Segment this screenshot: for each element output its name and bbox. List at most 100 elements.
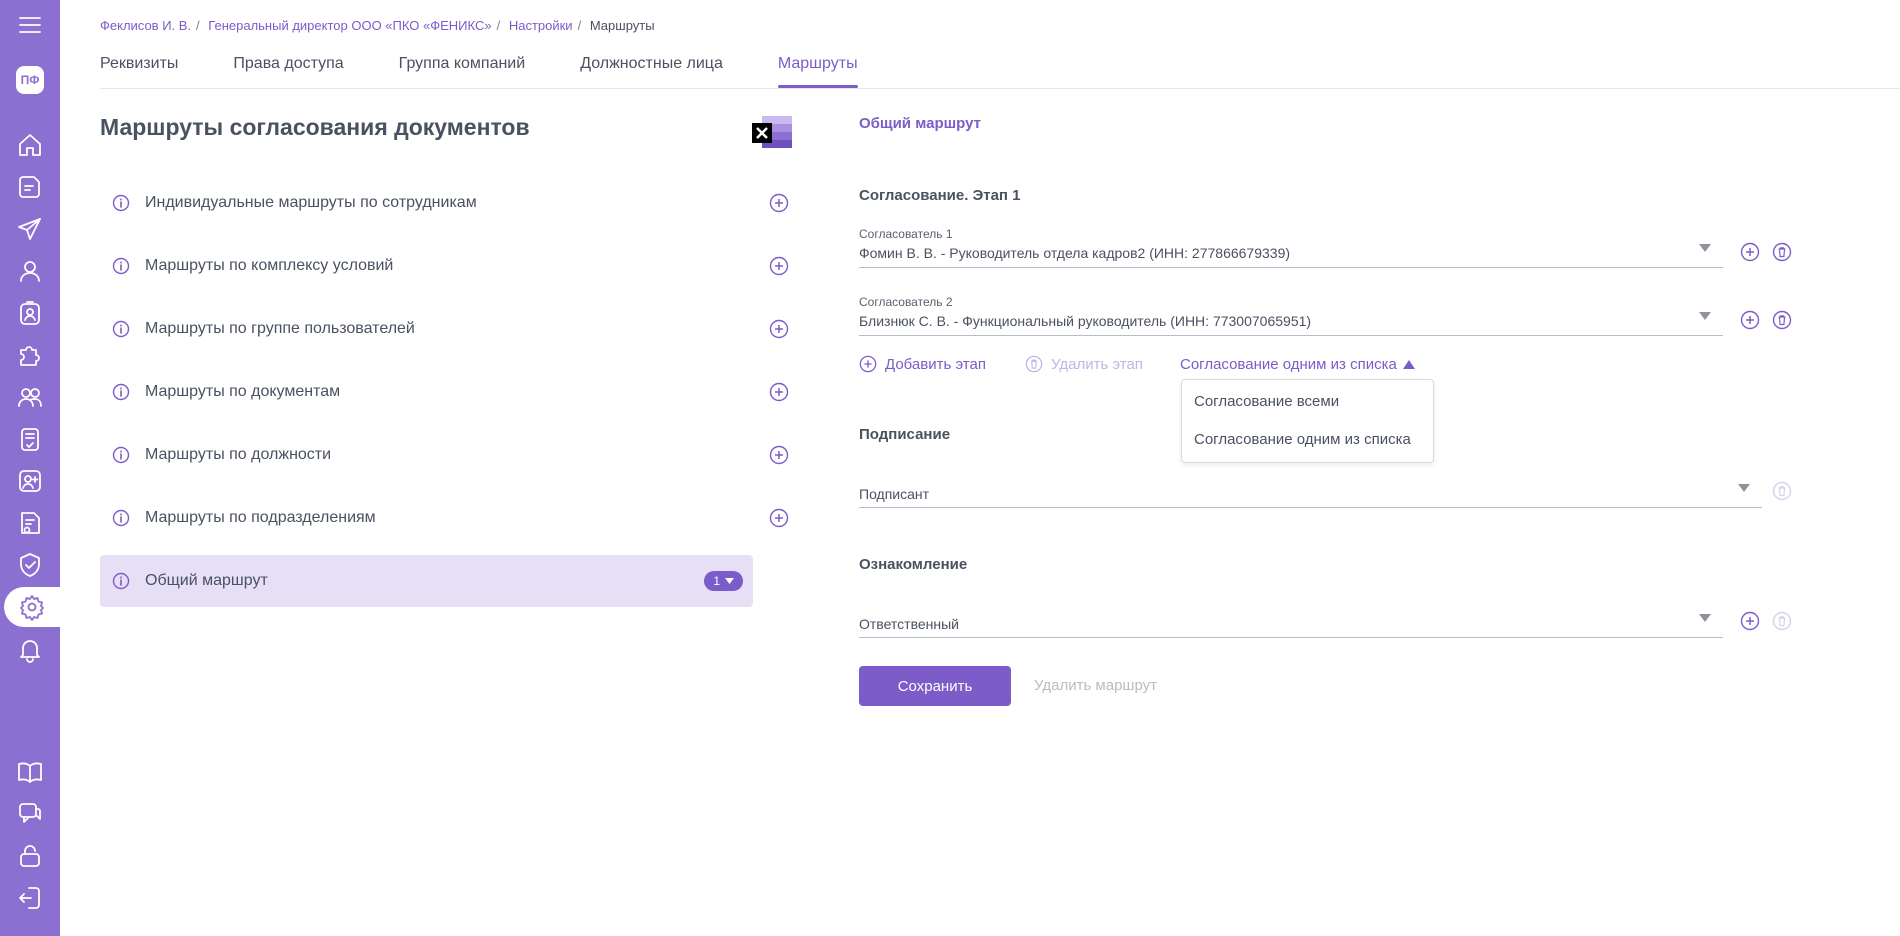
responsible-select[interactable]: Ответственный: [859, 608, 1723, 638]
logout-icon[interactable]: [0, 878, 60, 918]
add-circle-icon[interactable]: [769, 445, 789, 465]
info-icon[interactable]: [112, 320, 130, 338]
info-icon[interactable]: [112, 383, 130, 401]
breadcrumb-item[interactable]: Настройки: [509, 18, 573, 33]
route-row-departments[interactable]: Маршруты по подразделениям: [100, 492, 789, 544]
shield-check-icon[interactable]: [0, 545, 60, 585]
acquaint-title: Ознакомление: [859, 556, 968, 573]
field-value: Близнюк С. В. - Функциональный руководит…: [859, 313, 1312, 329]
route-label: Маршруты по группе пользователей: [145, 320, 415, 337]
trash-icon: [1025, 355, 1043, 373]
badge-icon[interactable]: [0, 293, 60, 333]
tab-officials[interactable]: Должностные лица: [580, 55, 723, 88]
approval-mode-select[interactable]: Согласование одним из списка: [1180, 356, 1415, 373]
add-circle-icon[interactable]: [769, 256, 789, 276]
chevron-down-icon[interactable]: [1699, 312, 1711, 320]
users-icon[interactable]: [0, 377, 60, 417]
dropdown-option-one[interactable]: Согласование одним из списка: [1194, 431, 1411, 448]
add-circle-icon: [859, 355, 877, 373]
user-icon[interactable]: [0, 251, 60, 291]
route-label: Маршруты по документам: [145, 383, 341, 400]
breadcrumb-current: Маршруты: [589, 18, 655, 33]
route-row-user-group[interactable]: Маршруты по группе пользователей: [100, 303, 789, 355]
info-icon[interactable]: [112, 257, 130, 275]
approval-mode-dropdown: Согласование всеми Согласование одним из…: [1181, 379, 1434, 463]
add-circle-icon[interactable]: [1740, 310, 1760, 330]
route-row-conditions[interactable]: Маршруты по комплексу условий: [100, 240, 789, 292]
chevron-up-icon: [1402, 360, 1415, 369]
badge-count: 1: [713, 574, 720, 588]
field-label: Согласователь 2: [859, 295, 953, 309]
chevron-down-icon[interactable]: [1738, 484, 1750, 492]
signer-select[interactable]: Подписант: [859, 478, 1762, 508]
trash-icon[interactable]: [1772, 310, 1792, 330]
info-icon[interactable]: [112, 509, 130, 527]
puzzle-icon[interactable]: [0, 335, 60, 375]
bell-icon[interactable]: [0, 629, 60, 669]
approver-2-select[interactable]: Согласователь 2 Близнюк С. В. - Функцион…: [859, 294, 1723, 336]
breadcrumb-item[interactable]: Генеральный директор ООО «ПКО «ФЕНИКС»: [208, 18, 491, 33]
home-icon[interactable]: [0, 125, 60, 165]
add-circle-icon[interactable]: [1740, 242, 1760, 262]
tab-company-group[interactable]: Группа компаний: [399, 55, 526, 88]
responsible-placeholder: Ответственный: [859, 616, 959, 632]
delete-route-button[interactable]: Удалить маршрут: [1034, 677, 1157, 694]
route-label: Общий маршрут: [145, 572, 268, 589]
field-value: Фомин В. В. - Руководитель отдела кадров…: [859, 245, 1291, 261]
tab-access-rights[interactable]: Права доступа: [233, 55, 343, 88]
add-stage-button[interactable]: Добавить этап: [859, 355, 986, 373]
route-row-position[interactable]: Маршруты по должности: [100, 429, 789, 481]
info-icon[interactable]: [112, 194, 130, 212]
excel-export-icon[interactable]: [752, 116, 792, 154]
notebook-icon[interactable]: [0, 419, 60, 459]
field-label: Согласователь 1: [859, 227, 953, 241]
route-count-badge[interactable]: 1: [704, 571, 743, 591]
tab-bar: Реквизиты Права доступа Группа компаний …: [100, 55, 858, 88]
certificate-icon[interactable]: [0, 503, 60, 543]
route-row-documents[interactable]: Маршруты по документам: [100, 366, 789, 418]
add-stage-label: Добавить этап: [885, 355, 986, 373]
trash-icon[interactable]: [1772, 481, 1792, 501]
route-title: Общий маршрут: [859, 115, 981, 132]
user-plus-icon[interactable]: [0, 461, 60, 501]
breadcrumb-item[interactable]: Феклисов И. В.: [100, 18, 191, 33]
tab-routes[interactable]: Маршруты: [777, 55, 858, 88]
lock-icon[interactable]: [0, 836, 60, 876]
dropdown-option-all[interactable]: Согласование всеми: [1194, 393, 1339, 410]
add-circle-icon[interactable]: [769, 319, 789, 339]
page-title: Маршруты согласования документов: [100, 114, 530, 140]
document-icon[interactable]: [0, 167, 60, 207]
route-label: Маршруты по комплексу условий: [145, 257, 394, 274]
route-row-individual[interactable]: Индивидуальные маршруты по сотрудникам: [100, 177, 789, 229]
send-icon[interactable]: [0, 209, 60, 249]
breadcrumb: Феклисов И. В. / Генеральный директор ООО…: [100, 18, 655, 33]
delete-stage-label: Удалить этап: [1051, 355, 1143, 373]
route-label: Маршруты по должности: [145, 446, 332, 463]
trash-icon[interactable]: [1772, 611, 1792, 631]
delete-stage-button[interactable]: Удалить этап: [1025, 355, 1143, 373]
info-icon[interactable]: [112, 572, 130, 590]
save-button[interactable]: Сохранить: [859, 666, 1011, 706]
avatar[interactable]: ПФ: [16, 66, 44, 94]
chevron-down-icon[interactable]: [1699, 614, 1711, 622]
menu-icon[interactable]: [0, 5, 60, 45]
chevron-down-icon[interactable]: [1699, 244, 1711, 252]
info-icon[interactable]: [112, 446, 130, 464]
chevron-down-icon: [725, 578, 734, 584]
sidebar: ПФ: [0, 0, 60, 936]
signing-title: Подписание: [859, 426, 951, 443]
tab-requisites[interactable]: Реквизиты: [100, 55, 178, 88]
gear-icon[interactable]: [4, 587, 60, 627]
chat-icon[interactable]: [0, 794, 60, 834]
approver-1-select[interactable]: Согласователь 1 Фомин В. В. - Руководите…: [859, 226, 1723, 268]
add-circle-icon[interactable]: [769, 382, 789, 402]
signer-placeholder: Подписант: [859, 486, 930, 502]
add-circle-icon[interactable]: [1740, 611, 1760, 631]
trash-icon[interactable]: [1772, 242, 1792, 262]
tabs-divider: [100, 88, 1900, 89]
route-row-general[interactable]: Общий маршрут 1: [100, 555, 753, 607]
add-circle-icon[interactable]: [769, 193, 789, 213]
add-circle-icon[interactable]: [769, 508, 789, 528]
route-label: Маршруты по подразделениям: [145, 509, 376, 526]
book-icon[interactable]: [0, 752, 60, 792]
